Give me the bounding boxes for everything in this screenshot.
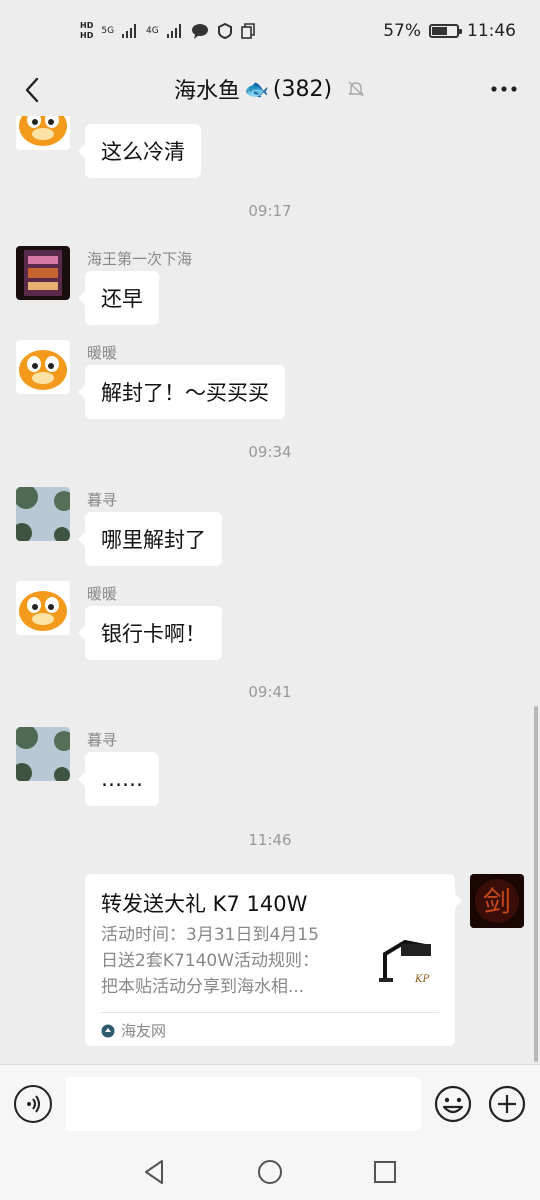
back-arrow-icon — [25, 77, 39, 103]
shield-notification-icon — [217, 23, 232, 39]
sender-name: 暖暖 — [87, 585, 118, 603]
chat-title[interactable]: 海水鱼 🐟 (382) — [174, 73, 366, 105]
avatar-muxun[interactable] — [16, 727, 70, 781]
signal-icon-2 — [166, 24, 181, 38]
garfield-avatar-icon — [16, 340, 70, 394]
avatar-haiwang[interactable] — [16, 246, 70, 300]
status-right: 57% 11:46 — [383, 21, 516, 41]
scrollbar[interactable] — [534, 706, 538, 1062]
message-text: 还早 — [101, 287, 143, 311]
link-card[interactable]: 转发送大礼 K7 140W 活动时间：3月31日到4月15 日送2套K7140W… — [85, 874, 462, 1046]
avatar-nuannuan[interactable] — [16, 340, 70, 394]
tree-sky-avatar-icon — [16, 487, 70, 541]
sender-name: 暖暖 — [87, 344, 118, 362]
source-logo-icon — [101, 1024, 115, 1037]
network-4g-label: 4G — [146, 26, 159, 36]
more-button[interactable] — [486, 74, 522, 104]
nav-back-icon — [145, 1160, 163, 1184]
system-nav-bar — [0, 1142, 540, 1200]
card-desc-line: 把本贴活动分享到海水相... — [101, 977, 305, 997]
nav-recent-button[interactable] — [370, 1157, 400, 1187]
card-desc-line: 活动时间：3月31日到4月15 — [101, 925, 319, 945]
member-count: (382) — [272, 76, 333, 102]
nav-home-icon — [258, 1160, 282, 1184]
sender-name: 海王第一次下海 — [87, 250, 193, 268]
photo-avatar-icon — [16, 246, 70, 300]
card-title: 转发送大礼 K7 140W — [101, 892, 308, 916]
voice-button[interactable] — [14, 1085, 52, 1123]
card-desc-line: 日送2套K7140W活动规则： — [101, 951, 320, 971]
back-button[interactable] — [14, 72, 50, 108]
sender-name: 暮寻 — [87, 731, 118, 749]
chat-notification-icon — [191, 24, 208, 39]
message-text: …… — [101, 767, 143, 791]
calligraphy-avatar-icon: 剑 — [470, 874, 524, 928]
plus-icon — [488, 1085, 526, 1123]
message-bubble[interactable]: 还早 — [78, 271, 159, 325]
battery-percent: 57% — [383, 21, 421, 41]
emoji-icon — [434, 1085, 472, 1123]
card-source-name: 海友网 — [121, 1022, 167, 1040]
message-bubble[interactable]: 哪里解封了 — [78, 512, 222, 566]
message-text: 银行卡啊！ — [101, 622, 206, 646]
message-text: 解封了！～买买买 — [101, 381, 269, 405]
garfield-avatar-icon — [16, 581, 70, 635]
nav-back-button[interactable] — [140, 1157, 170, 1187]
voice-icon — [27, 1095, 40, 1113]
card-divider — [101, 1012, 439, 1013]
avatar-nuannuan[interactable] — [16, 581, 70, 635]
message-input[interactable] — [66, 1077, 421, 1131]
self-avatar-char: 剑 — [483, 885, 511, 918]
card-thumbnail: KP — [375, 932, 441, 998]
status-left: HD HD 5G 4G — [80, 21, 255, 41]
message-text: 哪里解封了 — [101, 528, 206, 552]
hd-indicator-2: HD — [80, 31, 94, 40]
signal-icon — [122, 24, 137, 38]
nav-home-button[interactable] — [255, 1157, 285, 1187]
copy-notification-icon — [240, 23, 255, 39]
message-bubble[interactable]: 解封了！～买买买 — [78, 365, 285, 419]
battery-icon — [429, 24, 462, 38]
aquarium-light-thumbnail-icon: KP — [375, 932, 441, 998]
message-text: 这么冷清 — [101, 140, 185, 164]
thumb-label: KP — [414, 974, 429, 985]
hd-indicators: HD HD — [80, 21, 93, 41]
network-5g-label: 5G — [101, 26, 115, 36]
message-bubble[interactable]: …… — [78, 752, 159, 806]
hd-indicator-1: HD — [80, 21, 94, 30]
timestamp: 11:46 — [248, 831, 292, 849]
message-bubble[interactable]: 银行卡啊！ — [78, 606, 222, 660]
nav-recent-icon — [374, 1161, 396, 1183]
card-source: 海友网 — [101, 1020, 166, 1041]
timestamp: 09:34 — [248, 443, 292, 461]
input-bar — [0, 1064, 540, 1142]
timestamp: 09:41 — [248, 683, 292, 701]
chat-title-text: 海水鱼 — [173, 79, 240, 104]
message-bubble[interactable]: 这么冷清 — [78, 124, 201, 178]
status-bar: HD HD 5G 4G 57% 11:46 — [0, 0, 540, 62]
timestamp: 09:17 — [248, 202, 292, 220]
garfield-avatar-icon — [16, 116, 70, 150]
plus-button[interactable] — [488, 1085, 526, 1123]
tree-sky-avatar-icon — [16, 727, 70, 781]
more-icon — [491, 86, 517, 92]
avatar-muxun[interactable] — [16, 487, 70, 541]
sender-name: 暮寻 — [87, 491, 118, 509]
card-description: 活动时间：3月31日到4月15 日送2套K7140W活动规则： 把本贴活动分享到… — [101, 922, 351, 1000]
fish-emoji: 🐟 — [243, 77, 269, 101]
avatar-nuannuan[interactable] — [16, 116, 70, 150]
bell-muted-icon — [348, 81, 364, 97]
status-time: 11:46 — [467, 21, 516, 41]
self-avatar[interactable]: 剑 — [470, 874, 524, 928]
chat-header: 海水鱼 🐟 (382) — [0, 62, 540, 116]
message-list[interactable]: 这么冷清 09:17 海王第一次下海 还早 暖暖 解封了！～买买买 09:34 … — [0, 116, 540, 1064]
emoji-button[interactable] — [434, 1085, 472, 1123]
